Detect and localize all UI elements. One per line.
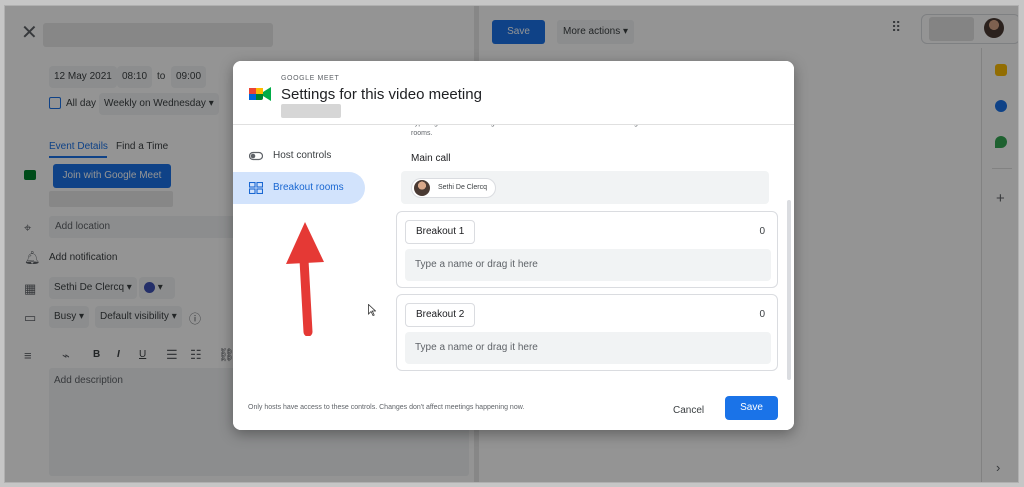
breakout-room-input[interactable]: Type a name or drag it here [405, 249, 771, 281]
breakout-intro-text: Type a guest name or drag it to move it … [411, 125, 768, 137]
breakout-room-name[interactable]: Breakout 2 [405, 303, 476, 327]
dialog-kicker: GOOGLE MEET [281, 75, 340, 82]
nav-label-host-controls: Host controls [273, 150, 332, 161]
breakout-room-card: Breakout 1 0 Type a name or drag it here [396, 211, 778, 288]
breakout-room-name[interactable]: Breakout 1 [405, 220, 476, 244]
main-call-label: Main call [411, 153, 451, 164]
mouse-cursor-icon [368, 304, 376, 316]
grid-icon [249, 182, 263, 194]
participant-avatar [414, 180, 430, 196]
breakout-room-card: Breakout 2 0 Type a name or drag it here [396, 294, 778, 371]
dialog-title: Settings for this video meeting [281, 86, 482, 103]
nav-item-host-controls[interactable]: Host controls [233, 140, 365, 172]
google-meet-icon [249, 87, 271, 101]
toggle-icon [249, 151, 263, 161]
meeting-code-placeholder [281, 104, 341, 118]
footer-note: Only hosts have access to these controls… [248, 404, 525, 411]
participant-name: Sethi De Clercq [438, 184, 488, 191]
breakout-room-count: 0 [759, 226, 765, 237]
app-window: ✕ 12 May 2021 08:10 to 09:00 All day Wee… [4, 5, 1019, 483]
dialog-footer: Only hosts have access to these controls… [233, 385, 794, 430]
participant-chip[interactable]: Sethi De Clercq [411, 178, 497, 198]
save-button[interactable]: Save [725, 396, 778, 420]
main-call-dropzone[interactable]: Sethi De Clercq [401, 171, 769, 204]
breakout-rooms-panel: Type a guest name or drag it to move it … [393, 125, 794, 385]
dialog-header: GOOGLE MEET Settings for this video meet… [233, 61, 794, 125]
nav-item-breakout-rooms[interactable]: Breakout rooms [233, 172, 365, 204]
breakout-room-input[interactable]: Type a name or drag it here [405, 332, 771, 364]
cancel-button[interactable]: Cancel [673, 400, 704, 422]
annotation-arrow-icon [286, 222, 324, 336]
scrollbar[interactable] [787, 200, 791, 380]
breakout-room-count: 0 [759, 309, 765, 320]
nav-label-breakout-rooms: Breakout rooms [273, 182, 344, 193]
